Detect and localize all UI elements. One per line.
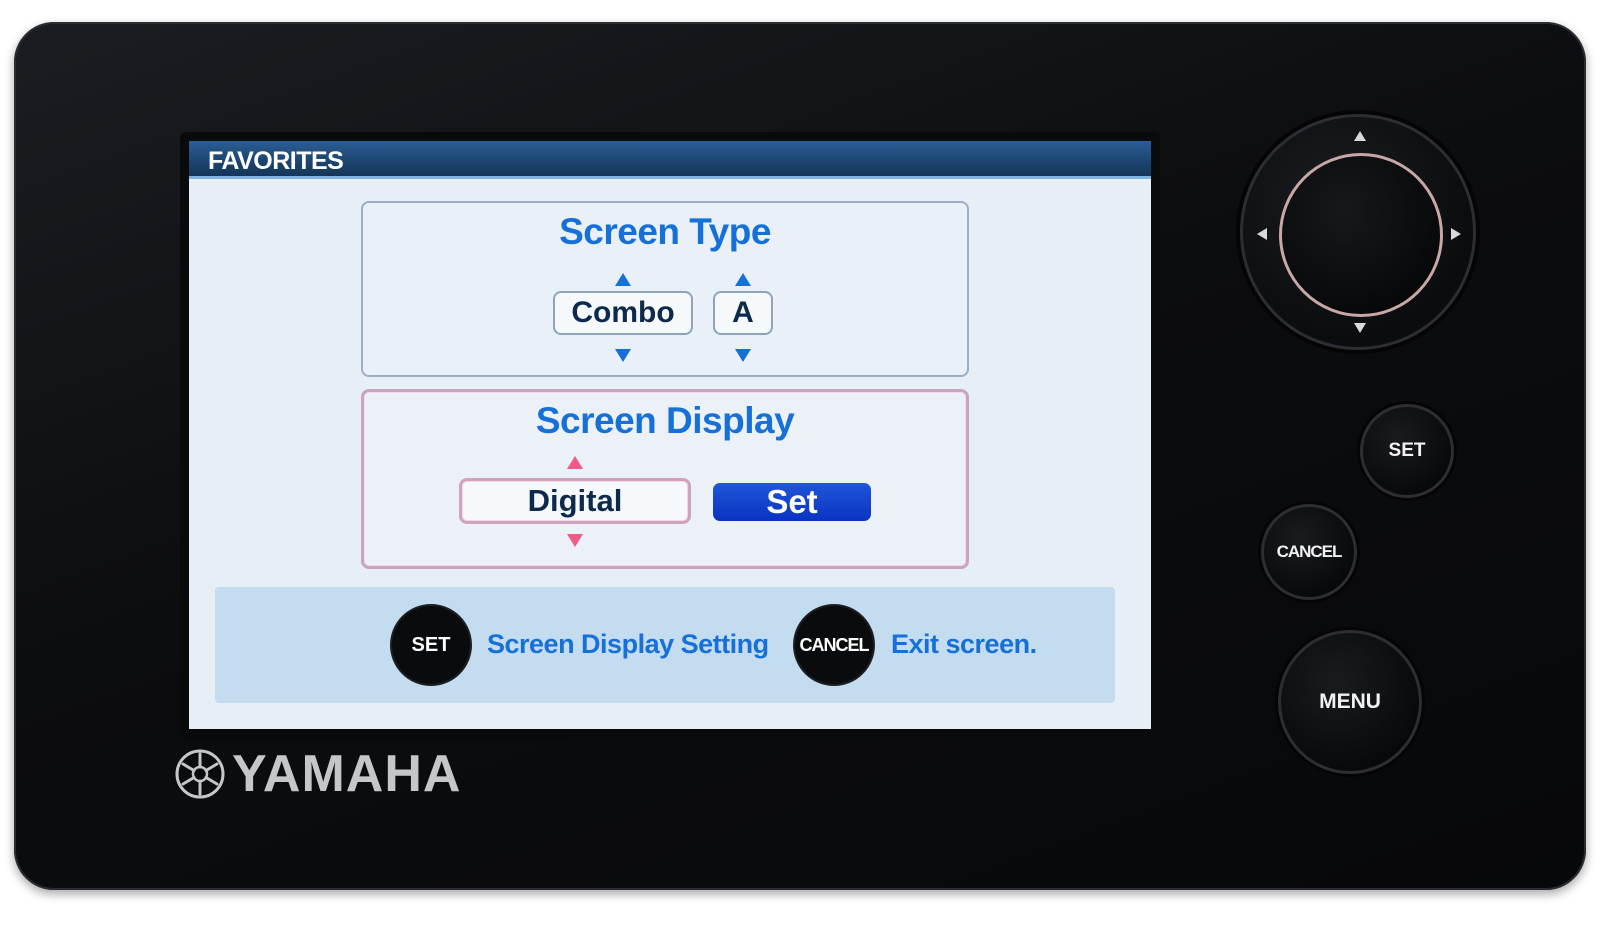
screen-display-heading: Screen Display — [535, 400, 795, 441]
screen-type-mode-selector[interactable]: Combo — [553, 291, 693, 335]
display-up-arrow-icon[interactable] — [567, 456, 583, 469]
dpad-center-ring[interactable] — [1279, 153, 1443, 317]
dpad-left-arrow-icon[interactable] — [1257, 228, 1267, 240]
dpad-right-arrow-icon[interactable] — [1451, 228, 1461, 240]
screen-type-variant-selector[interactable]: A — [713, 291, 773, 335]
help-set-text: Screen Display Setting — [487, 629, 769, 659]
directional-pad[interactable] — [1240, 114, 1476, 350]
brand-name: YAMAHA — [232, 745, 462, 803]
screen-display-panel: Screen Display Digital Set — [361, 389, 969, 569]
hardware-cancel-button[interactable]: CANCEL — [1261, 504, 1357, 600]
dpad-down-arrow-icon[interactable] — [1354, 323, 1366, 333]
yamaha-display-unit: FAVORITES Screen Type Combo A Screen Dis… — [14, 22, 1586, 890]
mode-up-arrow-icon[interactable] — [615, 273, 631, 286]
hardware-set-button[interactable]: SET — [1360, 404, 1454, 498]
help-bar: SET Screen Display Setting CANCEL Exit s… — [215, 587, 1115, 703]
variant-up-arrow-icon[interactable] — [735, 273, 751, 286]
variant-down-arrow-icon[interactable] — [735, 349, 751, 362]
hardware-menu-button[interactable]: MENU — [1278, 630, 1422, 774]
lcd-screen: FAVORITES Screen Type Combo A Screen Dis… — [180, 132, 1160, 740]
set-button[interactable]: Set — [713, 483, 871, 521]
screen-display-selector[interactable]: Digital — [459, 478, 691, 524]
screen-content: FAVORITES Screen Type Combo A Screen Dis… — [189, 141, 1151, 729]
title-bar: FAVORITES — [189, 141, 1151, 179]
dpad-up-arrow-icon[interactable] — [1354, 131, 1366, 141]
help-cancel-key-icon: CANCEL — [793, 604, 875, 686]
screen-type-heading: Screen Type — [559, 211, 771, 252]
mode-down-arrow-icon[interactable] — [615, 349, 631, 362]
screen-type-panel: Screen Type Combo A — [361, 201, 969, 377]
page-title: FAVORITES — [208, 147, 344, 175]
brand: YAMAHA — [174, 744, 461, 804]
help-cancel-text: Exit screen. — [891, 629, 1037, 659]
yamaha-tuning-fork-logo-icon — [175, 749, 225, 799]
display-down-arrow-icon[interactable] — [567, 534, 583, 547]
help-set-key-icon: SET — [390, 604, 472, 686]
